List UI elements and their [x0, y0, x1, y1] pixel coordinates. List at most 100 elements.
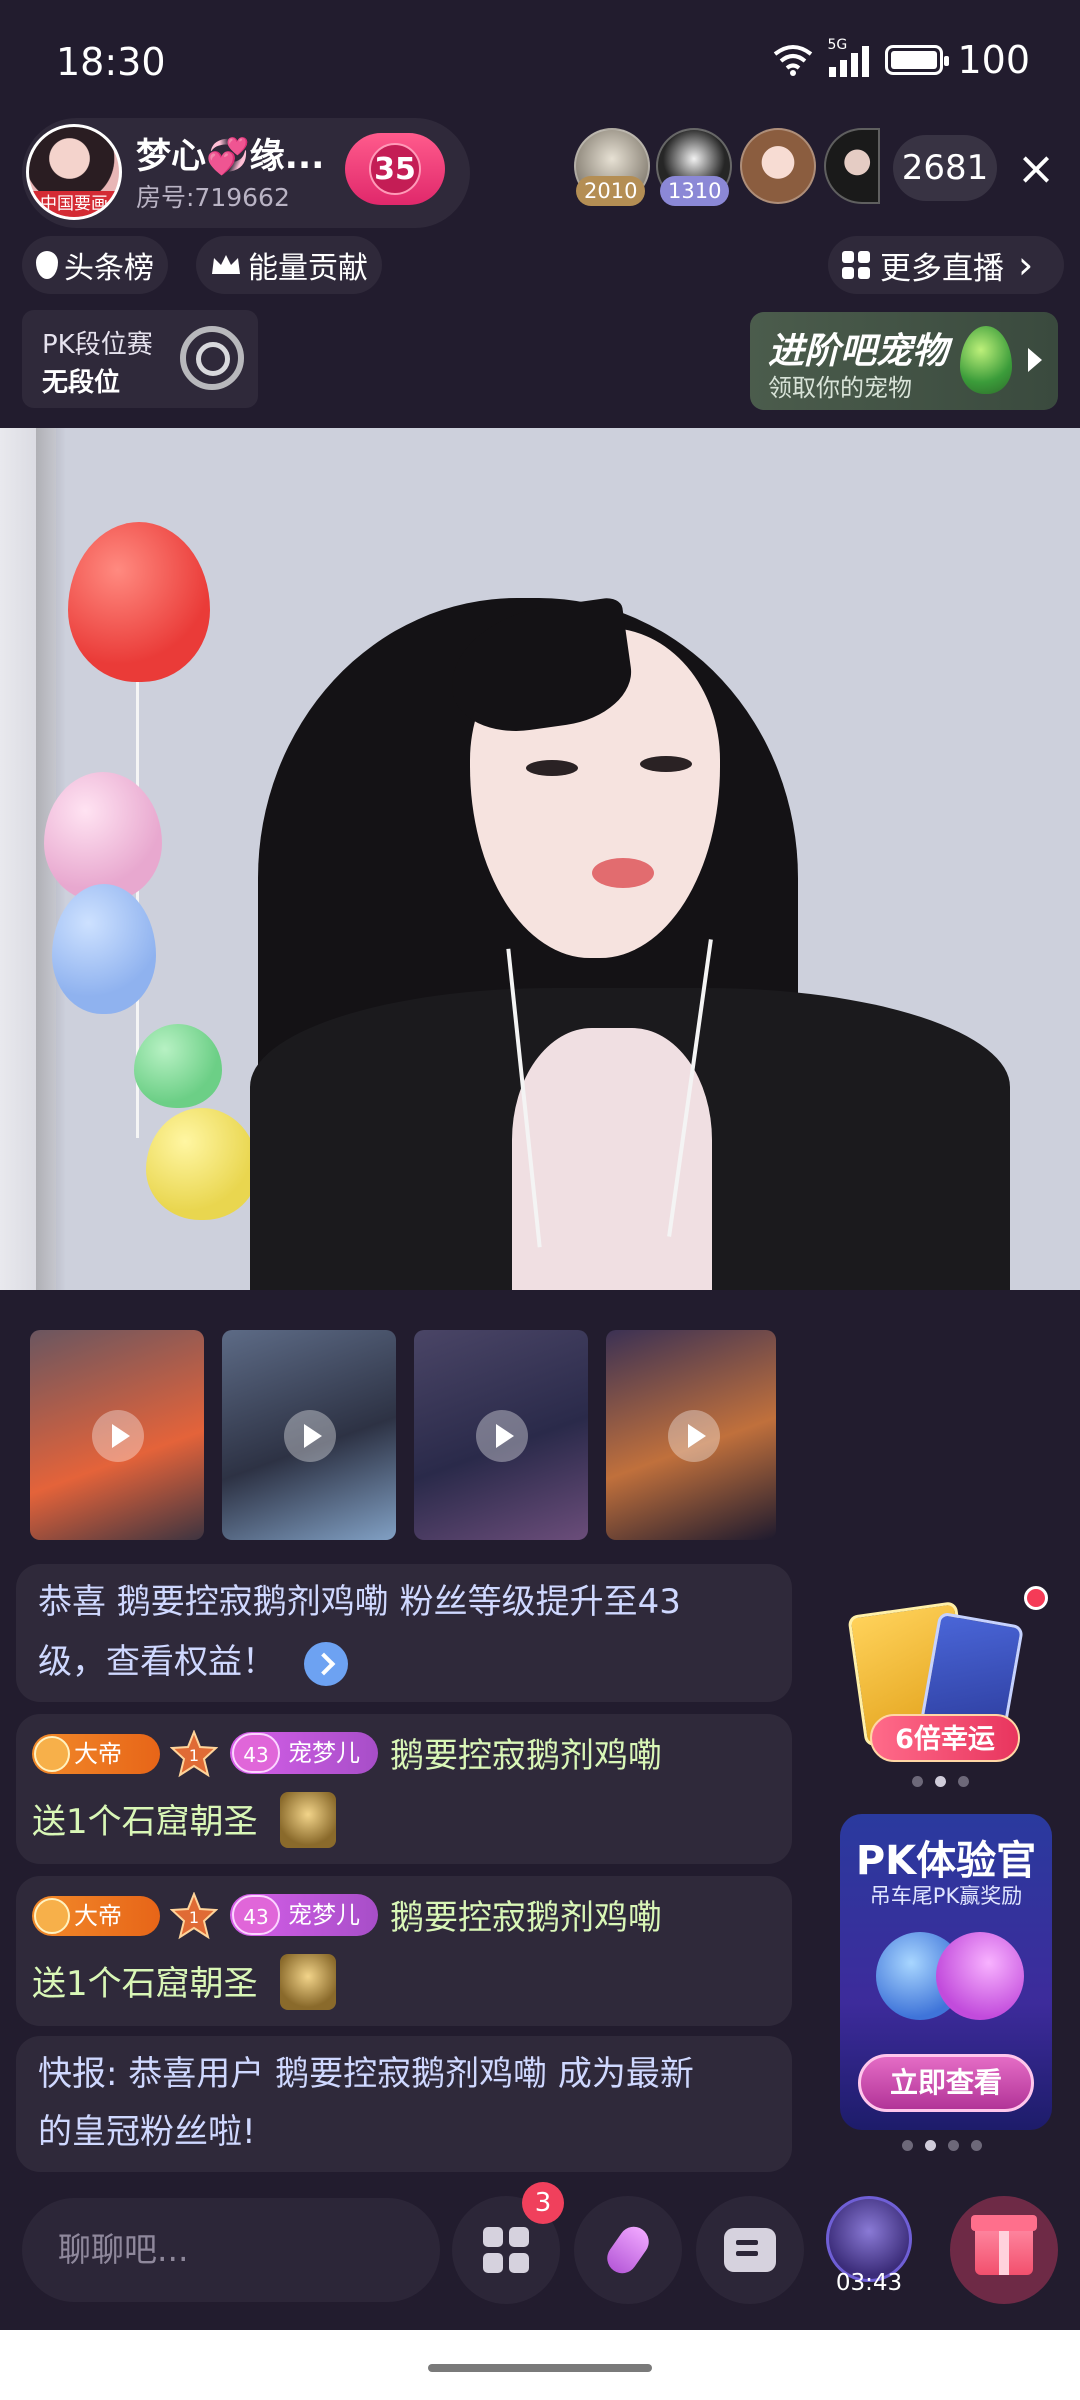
gift-button[interactable] — [950, 2196, 1058, 2304]
pet-banner[interactable]: 进阶吧宠物 领取你的宠物 — [750, 312, 1058, 410]
battery-icon — [885, 45, 950, 75]
close-icon[interactable]: × — [1008, 140, 1064, 196]
pet-banner-subtitle: 领取你的宠物 — [768, 374, 912, 402]
balloon-yellow — [146, 1108, 258, 1220]
gift-sender-name[interactable]: 鹅要控寂鹅剂鸡嘞 — [390, 1890, 662, 1939]
title-badge: 大帝 — [32, 1734, 160, 1774]
gift-text: 送1个石窟朝圣 — [32, 1802, 258, 1842]
follow-button[interactable]: 35 — [345, 133, 445, 205]
pet-egg-icon — [960, 326, 1012, 394]
pk-rank-title: PK段位赛 — [42, 330, 153, 360]
gift-sender-name[interactable]: 鹅要控寂鹅剂鸡嘞 — [390, 1728, 662, 1777]
person-eye-left — [526, 760, 578, 776]
fan-badge: 43 宠梦儿 — [230, 1894, 378, 1936]
host-room-id: 房号:719662 — [136, 183, 290, 212]
fan-level-text-line1: 恭喜 鹅要控寂鹅剂鸡嘞 粉丝等级提升至43 — [38, 1582, 681, 1622]
notification-badge: 3 — [522, 2182, 564, 2224]
heart-icon: 43 — [232, 1733, 280, 1773]
grid-icon — [483, 2227, 529, 2273]
person-lips — [592, 858, 654, 888]
title-badge-label: 大帝 — [74, 1740, 122, 1768]
host-avatar[interactable]: 中国要画 — [26, 124, 122, 220]
more-live-button[interactable]: 更多直播 › — [828, 236, 1064, 294]
pk-promo-card[interactable]: PK体验官 吊车尾PK赢奖励 立即查看 — [840, 1814, 1052, 2130]
status-bar: 18:30 5G 100 — [0, 0, 1080, 120]
viewer-count[interactable]: 2681 — [893, 135, 997, 201]
more-live-label: 更多直播 — [880, 250, 1004, 287]
home-indicator[interactable] — [428, 2364, 652, 2372]
pk-rank-card[interactable]: PK段位赛 无段位 — [22, 310, 258, 408]
headline-rank-chip[interactable]: 头条榜 — [22, 236, 168, 294]
balloon-pink — [44, 772, 162, 902]
grid-icon — [842, 251, 870, 279]
status-time: 18:30 — [56, 40, 166, 84]
signal-icon: 5G — [827, 37, 871, 77]
pk-promo-pager-dots — [902, 2140, 982, 2151]
chevron-right-icon: › — [1018, 243, 1034, 287]
gift-buddha-icon — [280, 1954, 336, 2010]
viewer-badge-1: 2010 — [576, 176, 646, 206]
lucky-pager-dots — [912, 1776, 969, 1787]
headline-rank-label: 头条榜 — [64, 251, 154, 286]
play-icon — [476, 1410, 528, 1462]
video-thumbnail-2[interactable] — [222, 1330, 396, 1540]
chat-bubble-icon — [724, 2228, 776, 2272]
title-badge-label: 大帝 — [74, 1902, 122, 1930]
view-now-button[interactable]: 立即查看 — [858, 2054, 1034, 2112]
fan-badge-name: 宠梦儿 — [288, 1739, 360, 1767]
person-eye-right — [640, 756, 692, 772]
fan-level-text-line2: 级，查看权益！ — [38, 1642, 276, 1682]
chat-input[interactable]: 聊聊吧... — [22, 2198, 440, 2302]
balloon-red — [68, 522, 210, 682]
play-icon — [92, 1410, 144, 1462]
chat-message-gift-2[interactable]: 大帝 1 43 宠梦儿 鹅要控寂鹅剂鸡嘞 送1个石窟朝圣 — [16, 1876, 792, 2026]
fan-badge: 43 宠梦儿 — [230, 1732, 378, 1774]
microphone-button[interactable] — [574, 2196, 682, 2304]
energy-contribution-label: 能量贡献 — [248, 251, 368, 286]
gift-text: 送1个石窟朝圣 — [32, 1964, 258, 2004]
news-text-line2: 的皇冠粉丝啦! — [38, 2112, 256, 2152]
host-avatar-tag: 中国要画 — [29, 191, 119, 217]
wifi-icon — [774, 45, 813, 76]
view-benefits-arrow-icon[interactable] — [304, 1642, 348, 1686]
crown-icon — [212, 255, 240, 274]
chat-message-news[interactable]: 快报: 恭喜用户 鹅要控寂鹅剂鸡嘞 成为最新 的皇冠粉丝啦! — [16, 2036, 792, 2172]
follow-count: 35 — [374, 151, 416, 187]
viewer-avatar-4[interactable] — [824, 128, 880, 204]
fan-badge-name: 宠梦儿 — [288, 1901, 360, 1929]
pk-rank-status: 无段位 — [42, 368, 121, 398]
host-name: 梦心💞缘... — [136, 137, 325, 177]
live-video-stream[interactable] — [0, 428, 1080, 1290]
microphone-icon — [601, 2220, 655, 2280]
svg-text:1: 1 — [189, 1908, 199, 1927]
network-type: 5G — [827, 37, 848, 53]
status-icons: 5G 100 — [773, 37, 1030, 82]
chat-button[interactable] — [696, 2196, 804, 2304]
chat-message-fan-level[interactable]: 恭喜 鹅要控寂鹅剂鸡嘞 粉丝等级提升至43 级，查看权益！ — [16, 1564, 792, 1702]
boxing-glove-pink-icon — [936, 1932, 1024, 2020]
title-badge: 大帝 — [32, 1896, 160, 1936]
gift-buddha-icon — [280, 1792, 336, 1848]
shield-icon — [34, 1736, 70, 1772]
video-thumbnail-4[interactable] — [606, 1330, 776, 1540]
energy-contribution-chip[interactable]: 能量贡献 — [196, 236, 382, 294]
level-star-icon: 1 — [170, 1730, 218, 1778]
battery-level: 100 — [957, 38, 1030, 82]
heart-icon: 43 — [232, 1895, 280, 1935]
balloon-green — [134, 1024, 222, 1108]
level-star-icon: 1 — [170, 1892, 218, 1940]
viewer-badge-2: 1310 — [660, 176, 730, 206]
video-thumbnail-1[interactable] — [30, 1330, 204, 1540]
pk-promo-subtitle: 吊车尾PK赢奖励 — [869, 1884, 1023, 1908]
lucky-label[interactable]: 6倍幸运 — [870, 1714, 1020, 1762]
svg-text:1: 1 — [189, 1746, 199, 1765]
pet-banner-title: 进阶吧宠物 — [768, 331, 949, 372]
drop-icon — [36, 251, 58, 279]
video-thumbnail-3[interactable] — [414, 1330, 588, 1540]
viewer-avatar-3[interactable] — [740, 128, 816, 204]
chat-message-gift-1[interactable]: 大帝 1 43 宠梦儿 鹅要控寂鹅剂鸡嘞 送1个石窟朝圣 — [16, 1714, 792, 1864]
play-icon — [668, 1410, 720, 1462]
follow-heart-icon: 35 — [369, 143, 421, 195]
gift-box-icon — [971, 2215, 1037, 2275]
balloon-blue — [52, 884, 156, 1014]
